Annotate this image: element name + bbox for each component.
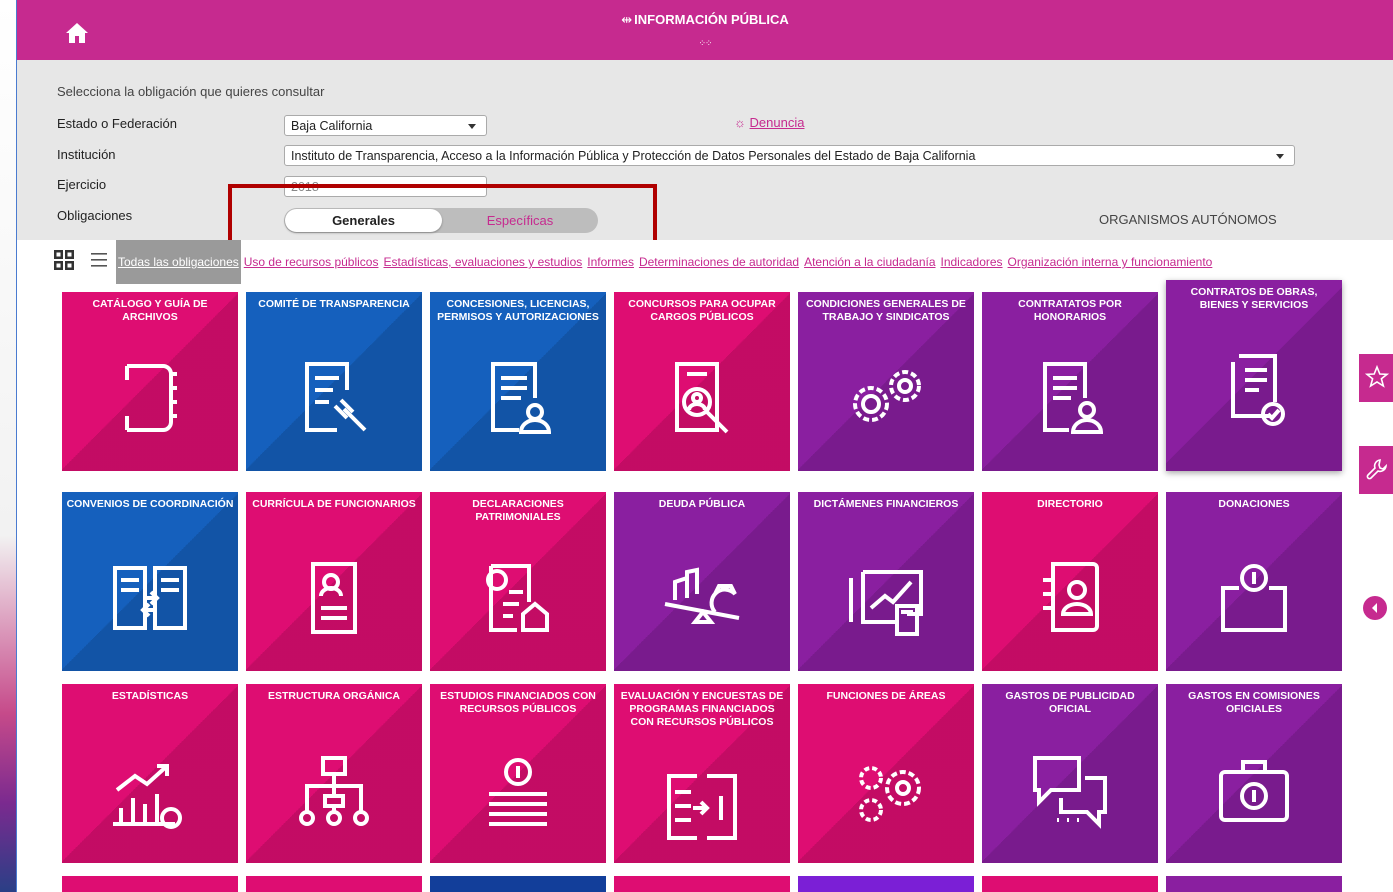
chat-bubbles-icon <box>1033 756 1107 829</box>
tile-honorarios[interactable]: Contratatos por honorarios <box>982 292 1158 471</box>
tile-estudios[interactable]: Estudios financiados con recursos públic… <box>430 684 606 863</box>
document-search-icon <box>675 362 729 434</box>
address-book-icon <box>1043 562 1099 632</box>
document-person-icon <box>1043 362 1104 434</box>
filter-uso-recursos[interactable]: Uso de recursos públicos <box>244 255 379 269</box>
background-strip <box>0 0 16 892</box>
tile-funciones[interactable]: Funciones de áreas <box>798 684 974 863</box>
organismos-label[interactable]: ORGANISMOS AUTÓNOMOS <box>1099 212 1277 227</box>
tile-concursos[interactable]: Concursos para ocupar cargos públicos <box>614 292 790 471</box>
collapse-panel-button[interactable] <box>1363 596 1387 620</box>
collapse-dots-icon[interactable]: ⁘⁘ <box>17 38 1393 49</box>
tools-button[interactable] <box>1359 446 1393 494</box>
grid-view-icon[interactable] <box>54 250 74 270</box>
favorites-button[interactable] <box>1359 354 1393 402</box>
tile-row4-7[interactable] <box>1166 876 1342 892</box>
tile-deuda[interactable]: Deuda pública <box>614 492 790 671</box>
filter-determinaciones[interactable]: Determinaciones de autoridad <box>639 255 799 269</box>
tile-row4-4[interactable] <box>614 876 790 892</box>
tile-row4-6[interactable] <box>982 876 1158 892</box>
coin-books-icon <box>489 758 547 826</box>
star-icon <box>1365 365 1389 388</box>
chevron-down-icon <box>468 124 476 129</box>
chevron-down-icon <box>1276 154 1284 159</box>
tile-contratos-obras[interactable]: Contratos de obras, bienes y servicios <box>1166 280 1342 471</box>
tile-row4-3[interactable] <box>430 876 606 892</box>
estado-label: Estado o Federación <box>57 116 177 131</box>
estado-select[interactable]: Baja California <box>284 115 487 136</box>
tile-comisiones[interactable]: Gastos en comisiones oficiales <box>1166 684 1342 863</box>
filter-panel: Selecciona la obligación que quieres con… <box>17 60 1393 249</box>
tile-donaciones[interactable]: Donaciones <box>1166 492 1342 671</box>
tile-dictamenes[interactable]: Dictámenes financieros <box>798 492 974 671</box>
ejercicio-label: Ejercicio <box>57 177 107 192</box>
binder-icon <box>125 364 177 432</box>
checklist-money-icon <box>667 774 737 840</box>
top-bar: ⇹ INFORMACIÓN PÚBLICA ⁘⁘ <box>17 0 1393 60</box>
denuncia-link[interactable]: ☼ Denuncia <box>734 115 804 130</box>
obligaciones-label: Obligaciones <box>57 208 133 223</box>
tile-catalogo[interactable]: Catálogo y guía de archivos <box>62 292 238 471</box>
financial-chart-icon <box>849 570 923 636</box>
tile-publicidad[interactable]: Gastos de publicidad oficial <box>982 684 1158 863</box>
tile-estructura[interactable]: Estructura orgánica <box>246 684 422 863</box>
login-icon: ⇹ <box>621 12 633 27</box>
wrench-icon <box>1366 459 1388 480</box>
documents-check-icon <box>1231 354 1285 426</box>
filter-indicadores[interactable]: Indicadores <box>941 255 1003 269</box>
exchange-documents-icon <box>113 566 187 630</box>
tile-estadisticas[interactable]: Estadísticas <box>62 684 238 863</box>
filter-organizacion[interactable]: Organización interna y funcionamiento <box>1008 255 1213 269</box>
filter-todas[interactable]: Todas las obligaciones <box>116 240 241 284</box>
category-bar: Todas las obligaciones Uso de recursos p… <box>17 240 1393 284</box>
document-user-icon <box>491 362 552 434</box>
filter-estadisticas[interactable]: Estadísticas, evaluaciones y estudios <box>383 255 582 269</box>
gears-money-icon <box>853 370 921 422</box>
tile-comite[interactable]: Comité de transparencia <box>246 292 422 471</box>
statistics-icon <box>113 764 182 829</box>
briefcase-money-icon <box>1219 760 1289 822</box>
institucion-select[interactable]: Instituto de Transparencia, Acceso a la … <box>284 145 1295 166</box>
tile-row4-5[interactable] <box>798 876 974 892</box>
institucion-label: Institución <box>57 147 116 162</box>
org-chart-icon <box>299 756 369 826</box>
tile-declaraciones[interactable]: Declaraciones patrimoniales <box>430 492 606 671</box>
donation-box-icon <box>1221 564 1287 632</box>
tile-concesiones[interactable]: Concesiones, licencias, permisos y autor… <box>430 292 606 471</box>
tile-condiciones[interactable]: Condiciones generales de trabajo y sindi… <box>798 292 974 471</box>
filter-informes[interactable]: Informes <box>587 255 634 269</box>
page-title: ⇹ INFORMACIÓN PÚBLICA <box>621 12 789 27</box>
list-view-icon[interactable] <box>89 250 109 270</box>
gavel-document-icon <box>305 362 367 432</box>
declaration-house-icon <box>486 564 549 632</box>
tile-directorio[interactable]: Directorio <box>982 492 1158 671</box>
tile-evaluacion[interactable]: Evaluación y encuestas de programas fina… <box>614 684 790 863</box>
filter-atencion[interactable]: Atención a la ciudadanía <box>804 255 935 269</box>
balance-money-icon <box>664 567 740 624</box>
form-prompt: Selecciona la obligación que quieres con… <box>57 84 325 99</box>
chevron-left-icon <box>1372 603 1377 613</box>
tile-row4-2[interactable] <box>246 876 422 892</box>
category-filters: Todas las obligaciones Uso de recursos p… <box>116 240 1217 284</box>
resume-icon <box>311 562 357 634</box>
tile-row4-1[interactable] <box>62 876 238 892</box>
sun-icon: ☼ <box>734 115 746 130</box>
gears-icon <box>859 766 921 822</box>
tile-convenios[interactable]: Convenios de coordinación <box>62 492 238 671</box>
tile-curricula[interactable]: Currícula de funcionarios <box>246 492 422 671</box>
